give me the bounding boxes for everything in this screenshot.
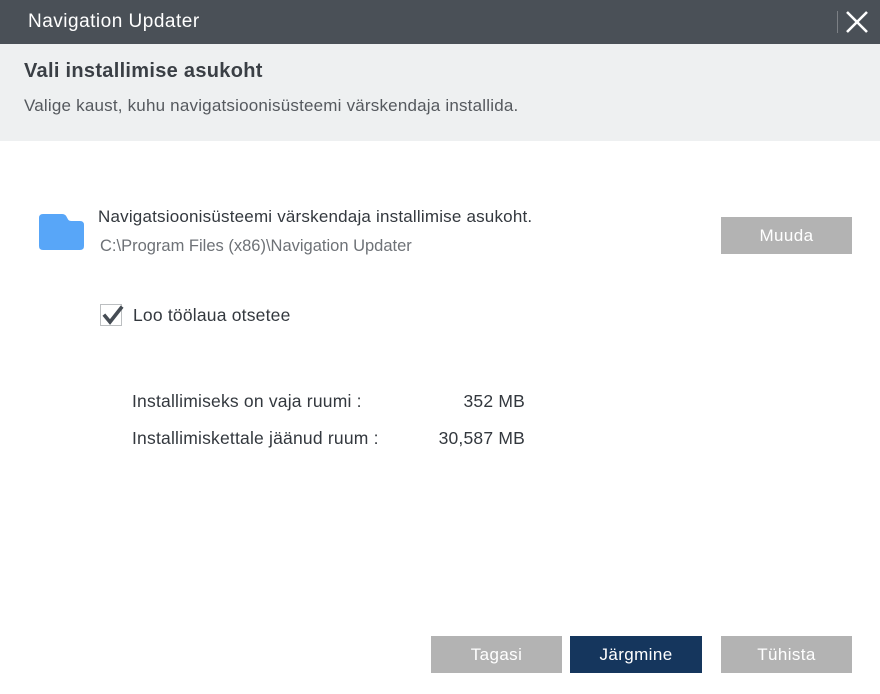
install-location-label: Navigatsioonisüsteemi värskendaja instal… — [98, 207, 532, 227]
disk-space-info: Installimiseks on vaja ruumi : 352 MB In… — [132, 391, 525, 465]
space-available-value: 30,587 MB — [439, 428, 525, 449]
space-required-label: Installimiseks on vaja ruumi : — [132, 391, 362, 412]
desktop-shortcut-label: Loo töölaua otsetee — [133, 305, 291, 326]
window-title: Navigation Updater — [28, 11, 200, 33]
desktop-shortcut-checkbox[interactable] — [100, 304, 122, 326]
cancel-button[interactable]: Tühista — [721, 636, 852, 673]
space-required-row: Installimiseks on vaja ruumi : 352 MB — [132, 391, 525, 412]
wizard-step-header: Vali installimise asukoht Valige kaust, … — [0, 44, 880, 141]
page-subtitle: Valige kaust, kuhu navigatsioonisüsteemi… — [24, 96, 518, 116]
next-button[interactable]: Järgmine — [570, 636, 702, 673]
close-button[interactable] — [838, 4, 876, 40]
title-bar: Navigation Updater — [0, 0, 880, 44]
space-available-row: Installimiskettale jäänud ruum : 30,587 … — [132, 428, 525, 449]
close-icon — [843, 8, 871, 36]
desktop-shortcut-row: Loo töölaua otsetee — [100, 304, 291, 326]
page-title: Vali installimise asukoht — [24, 60, 263, 83]
main-panel: Navigatsioonisüsteemi värskendaja instal… — [0, 141, 880, 694]
back-button[interactable]: Tagasi — [431, 636, 562, 673]
install-path-value: C:\Program Files (x86)\Navigation Update… — [100, 237, 412, 256]
folder-icon — [38, 209, 85, 256]
change-location-button[interactable]: Muuda — [721, 217, 852, 254]
space-available-label: Installimiskettale jäänud ruum : — [132, 428, 379, 449]
space-required-value: 352 MB — [463, 391, 525, 412]
checkbox-checkmark — [102, 303, 124, 327]
